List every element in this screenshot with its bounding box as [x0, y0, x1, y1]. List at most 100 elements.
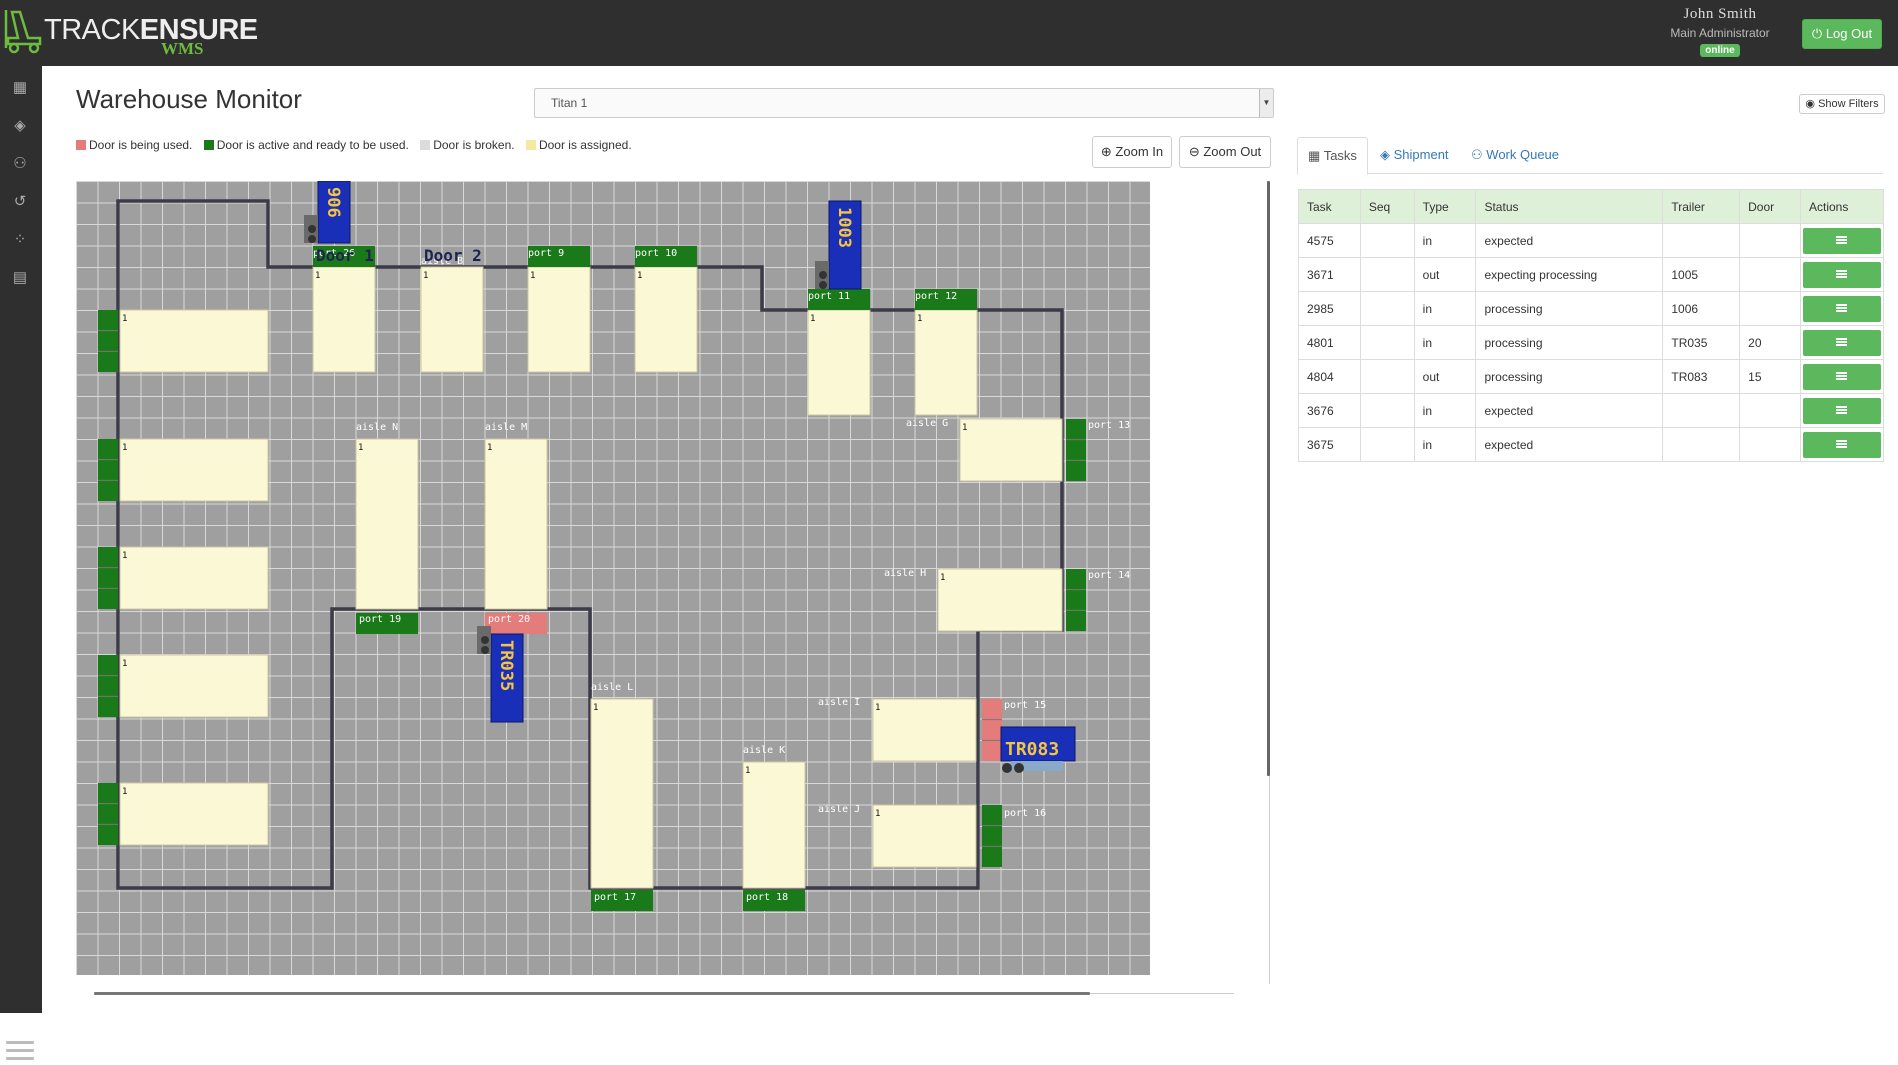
box-icon[interactable]: ◈ [9, 117, 31, 135]
logout-button[interactable]: ⏻ Log Out [1802, 19, 1882, 49]
dock-door[interactable] [98, 655, 118, 717]
cell-type: out [1413, 359, 1477, 394]
aisle-block[interactable] [872, 698, 977, 762]
dock-door[interactable] [98, 439, 118, 501]
col-type[interactable]: Type [1413, 189, 1477, 224]
zoom-in-icon: ⊕ [1100, 144, 1112, 159]
task-actions-button[interactable] [1803, 295, 1881, 322]
trailer-wheel [819, 271, 827, 279]
warehouse-map-canvas[interactable]: 1aisle A1aisle B1aisle C1aisle D1aisle E… [76, 181, 1150, 975]
user-info: John Smith Main Administrator online [1640, 6, 1800, 57]
aisle-block[interactable] [959, 418, 1063, 482]
col-seq[interactable]: Seq [1359, 189, 1415, 224]
zoom-out-button[interactable]: ⊖ Zoom Out [1179, 136, 1271, 168]
aisle-block[interactable] [742, 761, 806, 889]
legend-used: Door is being used. [76, 138, 192, 152]
aisle-block[interactable] [484, 438, 548, 610]
brand-sub: WMS [161, 39, 204, 58]
tab-shipment[interactable]: ◈ Shipment [1370, 137, 1459, 174]
aisle-block[interactable] [355, 438, 419, 610]
cell-trailer: 1006 [1662, 291, 1741, 326]
task-actions-button[interactable] [1803, 397, 1881, 424]
dock-door[interactable] [982, 805, 1002, 867]
table-row[interactable]: 3676 in expected [1298, 393, 1884, 428]
aisle-count: 1 [875, 809, 880, 819]
dock-door[interactable] [98, 783, 118, 845]
col-task[interactable]: Task [1298, 189, 1361, 224]
trackensure-logo[interactable]: TRACKENSURE WMS [4, 8, 258, 58]
trailer-label: TR083 [1005, 739, 1059, 760]
dock-door[interactable] [1066, 419, 1086, 481]
port-label: port 19 [359, 614, 401, 625]
col-door[interactable]: Door [1739, 189, 1801, 224]
aisle-block[interactable] [420, 266, 484, 373]
table-row[interactable]: 2985 in processing 1006 [1298, 291, 1884, 326]
aisle-block[interactable] [527, 266, 591, 373]
aisle-label: aisle L [591, 682, 633, 693]
aisle-label: aisle K [743, 745, 785, 756]
cubes-icon[interactable]: ▦ [9, 79, 31, 97]
aisle-count: 1 [530, 271, 535, 281]
legend-assigned: Door is assigned. [525, 138, 632, 152]
tab-tasks[interactable]: ▦ Tasks [1297, 137, 1368, 175]
aisle-label: aisle N [356, 422, 398, 433]
aisle-block[interactable] [119, 309, 269, 373]
col-status[interactable]: Status [1475, 189, 1664, 224]
status-badge: online [1700, 44, 1740, 57]
map-vertical-scrollbar[interactable] [1267, 181, 1270, 776]
cube-icon: ◈ [1380, 147, 1390, 162]
cell-type: in [1413, 291, 1477, 326]
menu-icon[interactable] [6, 1041, 34, 1065]
table-row[interactable]: 4801 in processing TR035 20 [1298, 325, 1884, 360]
show-filters-button[interactable]: ◉ Show Filters [1799, 94, 1885, 114]
aisle-block[interactable] [634, 266, 698, 373]
task-actions-button[interactable] [1803, 431, 1881, 458]
page-title: Warehouse Monitor [76, 84, 302, 114]
aisle-block[interactable] [119, 546, 269, 610]
table-row[interactable]: 4575 in expected [1298, 223, 1884, 258]
table-row[interactable]: 4804 out processing TR083 15 [1298, 359, 1884, 394]
dock-door[interactable] [982, 699, 1002, 761]
door-legend: Door is being used. Door is active and r… [76, 138, 640, 152]
dock-door[interactable] [98, 547, 118, 609]
map-horizontal-scrollbar[interactable] [94, 992, 1090, 995]
zoom-out-icon: ⊖ [1188, 144, 1200, 159]
tab-work-queue[interactable]: ⚇ Work Queue [1461, 137, 1569, 174]
chevron-down-icon[interactable]: ▼ [1259, 89, 1273, 117]
col-trailer[interactable]: Trailer [1662, 189, 1741, 224]
cell-task: 3675 [1298, 427, 1361, 462]
cell-actions [1800, 291, 1884, 326]
aisle-block[interactable] [872, 804, 977, 868]
aisle-block[interactable] [119, 782, 269, 846]
cell-door: 20 [1739, 325, 1801, 360]
task-actions-button[interactable] [1803, 363, 1881, 390]
aisle-block[interactable] [914, 309, 978, 416]
aisle-block[interactable] [590, 698, 654, 889]
aisle-block[interactable] [119, 654, 269, 718]
brand-name: TRACKENSURE [44, 14, 258, 46]
port-label: port 14 [1088, 570, 1130, 581]
table-row[interactable]: 3671 out expecting processing 1005 [1298, 257, 1884, 292]
users-icon[interactable]: ⚇ [9, 155, 31, 173]
warehouse-map[interactable]: 1aisle A1aisle B1aisle C1aisle D1aisle E… [76, 181, 1150, 975]
aisle-block[interactable] [312, 266, 376, 373]
cell-actions [1800, 257, 1884, 292]
history-icon[interactable]: ↺ [9, 193, 31, 211]
dock-door[interactable] [1066, 569, 1086, 631]
task-actions-button[interactable] [1803, 227, 1881, 254]
task-actions-button[interactable] [1803, 261, 1881, 288]
aisle-block[interactable] [119, 438, 269, 502]
table-row[interactable]: 3675 in expected [1298, 427, 1884, 462]
aisle-count: 1 [875, 703, 880, 713]
site-select[interactable]: Titan 1 ▼ [534, 88, 1274, 118]
aisle-block[interactable] [807, 309, 871, 416]
list-icon[interactable]: ▤ [9, 269, 31, 287]
zoom-in-button[interactable]: ⊕ Zoom In [1092, 136, 1172, 168]
task-actions-button[interactable] [1803, 329, 1881, 356]
cell-actions [1800, 427, 1884, 462]
top-navbar: TRACKENSURE WMS John Smith Main Administ… [0, 0, 1898, 66]
dock-grid-icon[interactable]: ⁘ [9, 231, 31, 249]
aisle-block[interactable] [937, 568, 1063, 632]
col-actions: Actions [1800, 189, 1884, 224]
dock-door[interactable] [98, 310, 118, 372]
